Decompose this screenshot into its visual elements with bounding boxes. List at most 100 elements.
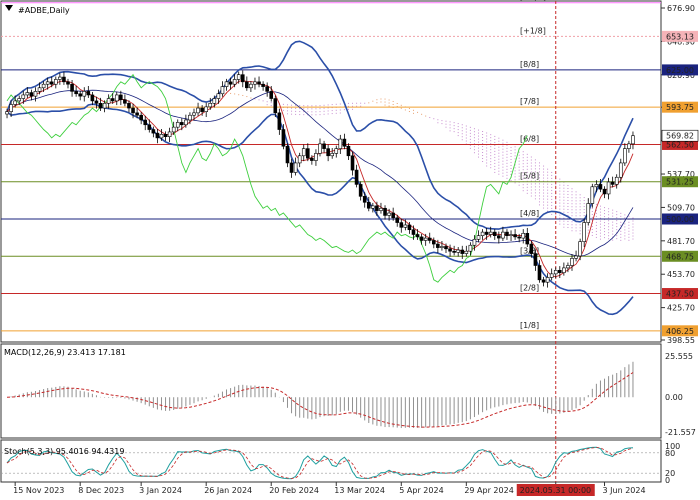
cloud-dot [571,209,573,211]
candle-body [342,138,347,147]
cloud-dot [547,171,549,173]
cloud-dot [543,207,545,209]
candle-body [350,155,355,171]
cloud-dot [563,190,565,192]
cloud-dot [388,99,390,101]
cloud-dot [571,197,573,199]
cloud-dot [498,149,500,151]
cloud-dot [514,146,516,148]
cloud-dot [506,159,508,161]
cloud-dot [567,184,569,186]
cloud-dot [616,220,618,222]
cloud-dot [624,214,626,216]
cloud-dot [510,179,512,181]
cloud-dot [575,197,577,199]
cloud-dot [453,125,455,127]
cloud-dot [538,177,540,179]
candle-body [9,104,13,112]
cloud-dot [567,193,569,195]
cloud-dot [543,192,545,194]
cloud-dot [498,140,500,142]
cloud-dot [538,171,540,173]
cloud-dot [632,229,634,231]
cloud-dot [486,159,488,161]
candle-body [574,255,578,259]
cloud-dot [494,162,496,164]
murray-level-label: [5/8] [520,172,539,181]
cloud-dot [551,186,553,188]
cloud-dot [478,150,480,152]
cloud-dot [486,153,488,155]
cloud-dot [591,213,593,215]
candle-body [184,119,188,126]
cloud-dot [238,94,240,96]
cloud-dot [469,147,471,149]
cloud-dot [563,205,565,207]
cloud-dot [303,114,305,116]
cloud-dot [498,137,500,139]
candle-body [131,107,135,114]
axis-value-label: 437.50 [666,290,694,299]
cloud-dot [612,215,614,217]
candle-body [273,98,278,114]
cloud-dot [457,123,459,125]
cloud-dot [559,217,561,219]
cloud-dot [595,212,597,214]
cloud-dot [421,113,423,115]
cloud-dot [624,232,626,234]
cloud-dot [587,226,589,228]
candle-body [139,114,143,121]
cloud-dot [478,141,480,143]
cloud-dot [331,110,333,112]
cloud-dot [347,108,349,110]
cloud-dot [506,150,508,152]
cloud-dot [583,209,585,211]
candle-body [456,249,460,253]
cloud-dot [567,205,569,207]
cloud-dot [449,127,451,129]
cloud-dot [392,100,394,102]
cloud-dot [571,200,573,202]
cloud-dot [347,102,349,104]
cloud-dot [624,229,626,231]
cloud-dot [510,155,512,157]
cloud-dot [534,186,536,188]
cloud-dot [571,215,573,217]
cloud-dot [331,113,333,115]
cloud-dot [526,186,528,188]
cloud-dot [311,111,313,113]
candle-body [533,253,538,266]
price-tick-label: 398.55 [667,336,695,345]
candle-body [188,114,192,121]
cloud-dot [482,143,484,145]
cloud-dot [591,234,593,236]
candle-body [5,111,9,115]
axis-value-label: 531.25 [666,178,694,187]
cloud-dot [453,122,455,124]
cloud-dot [563,208,565,210]
candle-body [253,81,257,85]
cloud-dot [526,168,528,170]
cloud-dot [494,168,496,170]
cloud-dot [473,131,475,133]
cloud-dot [502,160,504,162]
cloud-dot [441,123,443,125]
cloud-dot [522,187,524,189]
cloud-dot [514,167,516,169]
cloud-dot [486,132,488,134]
cloud-dot [628,221,630,223]
cloud-dot [482,149,484,151]
candle-body [240,74,245,83]
cloud-dot [547,207,549,209]
candle-body [90,94,95,102]
cloud-dot [502,154,504,156]
cloud-dot [461,136,463,138]
candle-body [338,138,343,149]
candle-body [444,246,448,250]
candle-body [395,217,400,223]
cloud-dot [534,195,536,197]
axis-value-label: 500.00 [666,215,694,224]
cloud-dot [522,184,524,186]
cloud-dot [282,109,284,111]
cloud-dot [457,132,459,134]
